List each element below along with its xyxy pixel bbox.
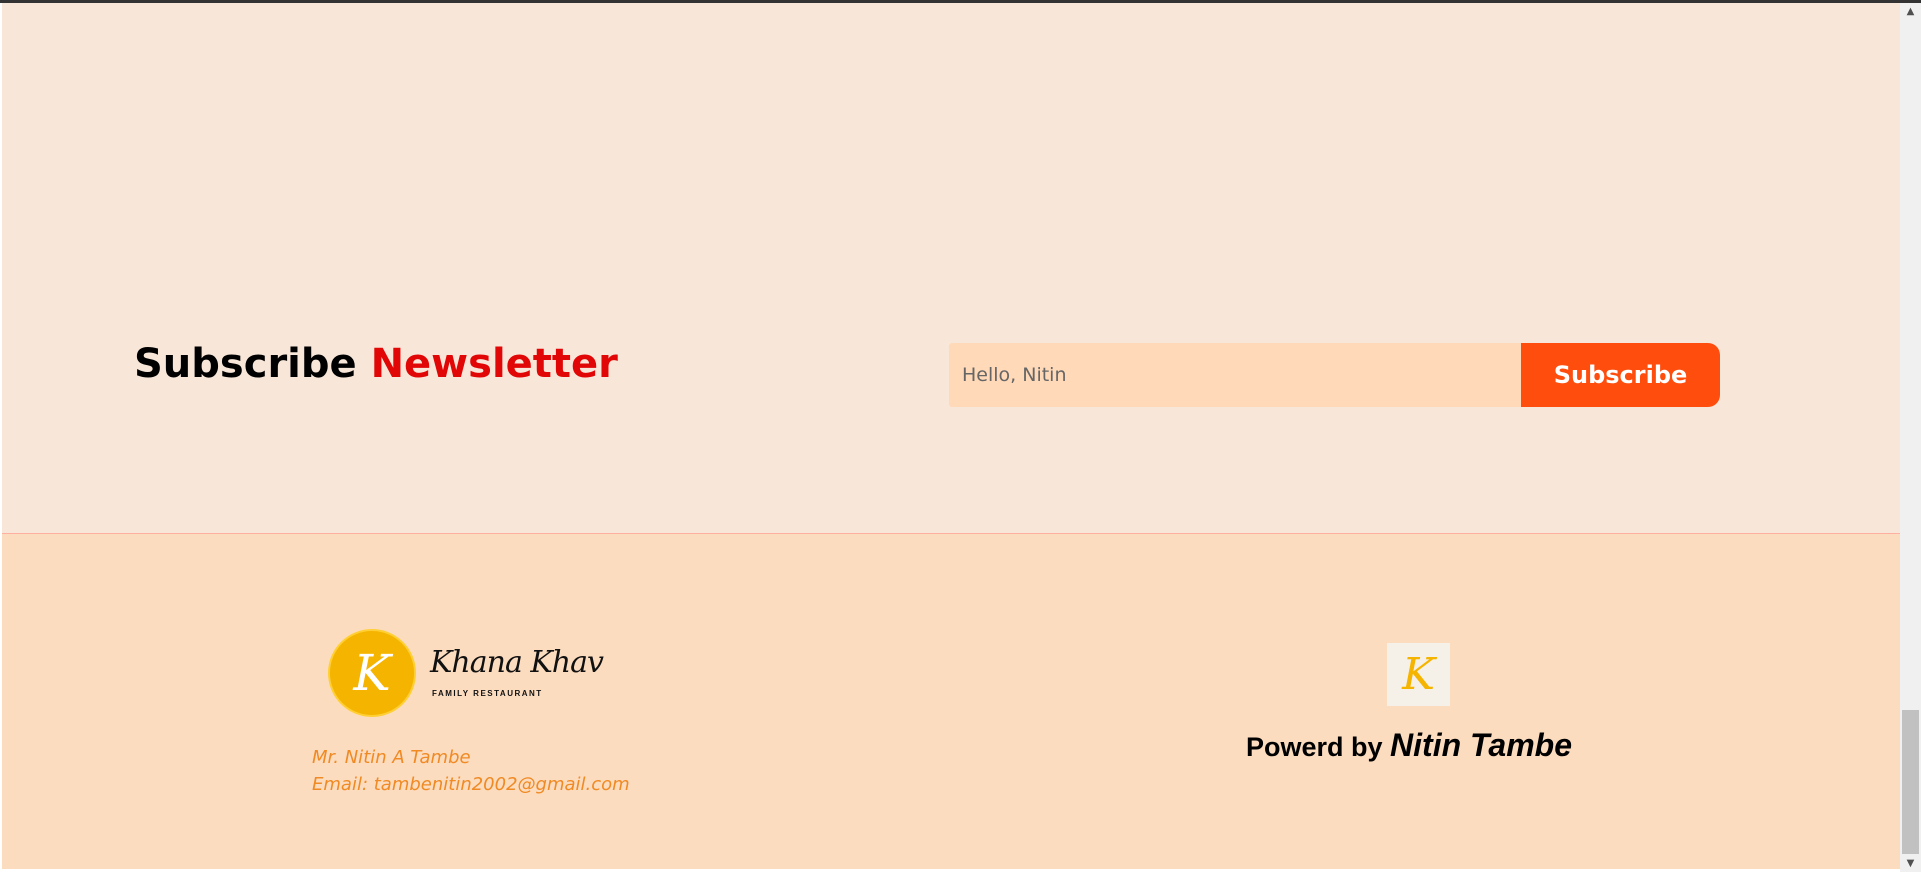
scroll-up-arrow-icon[interactable]: ▲ <box>1900 3 1921 20</box>
scrollbar-thumb[interactable] <box>1902 710 1919 854</box>
footer: K Khana Khav FAMILY RESTAURANT Mr. Nitin… <box>2 534 1900 869</box>
vertical-scrollbar[interactable]: ▲ ▼ <box>1900 3 1921 872</box>
powered-by-text: Powerd by Nitin Tambe <box>1246 727 1572 764</box>
contact-info: Mr. Nitin A Tambe Email: tambenitin2002@… <box>312 744 630 798</box>
newsletter-title-newsletter: Newsletter <box>370 341 618 387</box>
subscribe-email-input[interactable] <box>949 343 1521 407</box>
powered-by-logo-letter: K <box>1402 649 1435 700</box>
newsletter-title-subscribe: Subscribe <box>134 341 357 387</box>
contact-name: Mr. Nitin A Tambe <box>312 747 471 768</box>
brand-name: Khana Khav <box>430 645 604 680</box>
subscribe-button[interactable]: Subscribe <box>1521 343 1720 407</box>
brand-logo-letter: K <box>353 644 391 702</box>
powered-by-name: Nitin Tambe <box>1390 727 1572 763</box>
scroll-down-arrow-icon[interactable]: ▼ <box>1900 855 1921 872</box>
brand-logo-circle: K <box>328 629 416 717</box>
newsletter-title: Subscribe Newsletter <box>134 341 618 387</box>
brand-tagline: FAMILY RESTAURANT <box>432 689 543 698</box>
powered-by-prefix: Powerd by <box>1246 732 1383 762</box>
powered-by-logo: K <box>1387 643 1450 706</box>
brand-logo[interactable]: K Khana Khav FAMILY RESTAURANT <box>328 629 604 719</box>
newsletter-section: Subscribe Newsletter Subscribe <box>2 3 1900 534</box>
contact-email: Email: tambenitin2002@gmail.com <box>312 774 630 795</box>
page: Subscribe Newsletter Subscribe K Khana K… <box>2 3 1900 869</box>
subscribe-form: Subscribe <box>949 343 1720 407</box>
